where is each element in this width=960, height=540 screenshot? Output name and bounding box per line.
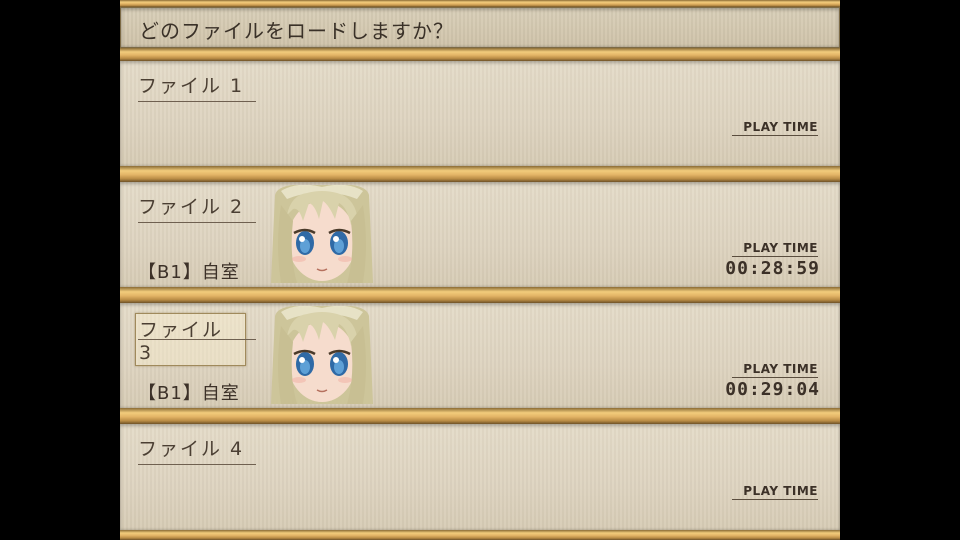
playtime-label: PLAY TIME <box>732 120 818 136</box>
frame-bar <box>120 48 840 61</box>
playtime-label: PLAY TIME <box>732 241 818 257</box>
playtime-value: 00:28:59 <box>725 258 820 279</box>
save-slot-1[interactable]: ファイル 1 PLAY TIME <box>120 61 840 166</box>
location-text: 【B1】自室 <box>138 262 240 283</box>
playtime-label: PLAY TIME <box>732 362 818 378</box>
playtime-label: PLAY TIME <box>732 484 818 500</box>
file-label: ファイル 4 <box>138 434 256 465</box>
load-screen: どのファイルをロードしますか？ ファイル 1 PLAY TIME ファイル 2 <box>120 0 840 540</box>
file-label: ファイル 2 <box>138 192 256 223</box>
title-panel: どのファイルをロードしますか？ <box>120 7 840 48</box>
top-frame-bar <box>120 0 840 7</box>
frame-bar <box>120 408 840 424</box>
save-slot-3[interactable]: ファイル 3 【B1】自室 PLAY TIME 00:29:04 <box>120 303 840 408</box>
label-underline <box>138 339 256 340</box>
file-label: ファイル 1 <box>138 71 256 102</box>
bottom-frame-bar <box>120 530 840 540</box>
frame-bar <box>120 287 840 303</box>
character-portrait-icon <box>267 185 377 283</box>
playtime-value: 00:29:04 <box>725 379 820 400</box>
save-slot-2[interactable]: ファイル 2 【B1】自室 PLAY TIME 00:28:59 <box>120 182 840 287</box>
character-portrait-icon <box>267 306 377 404</box>
frame-bar <box>120 166 840 182</box>
location-text: 【B1】自室 <box>138 383 240 404</box>
save-slot-4[interactable]: ファイル 4 PLAY TIME <box>120 424 840 530</box>
load-prompt-text: どのファイルをロードしますか？ <box>139 19 454 43</box>
